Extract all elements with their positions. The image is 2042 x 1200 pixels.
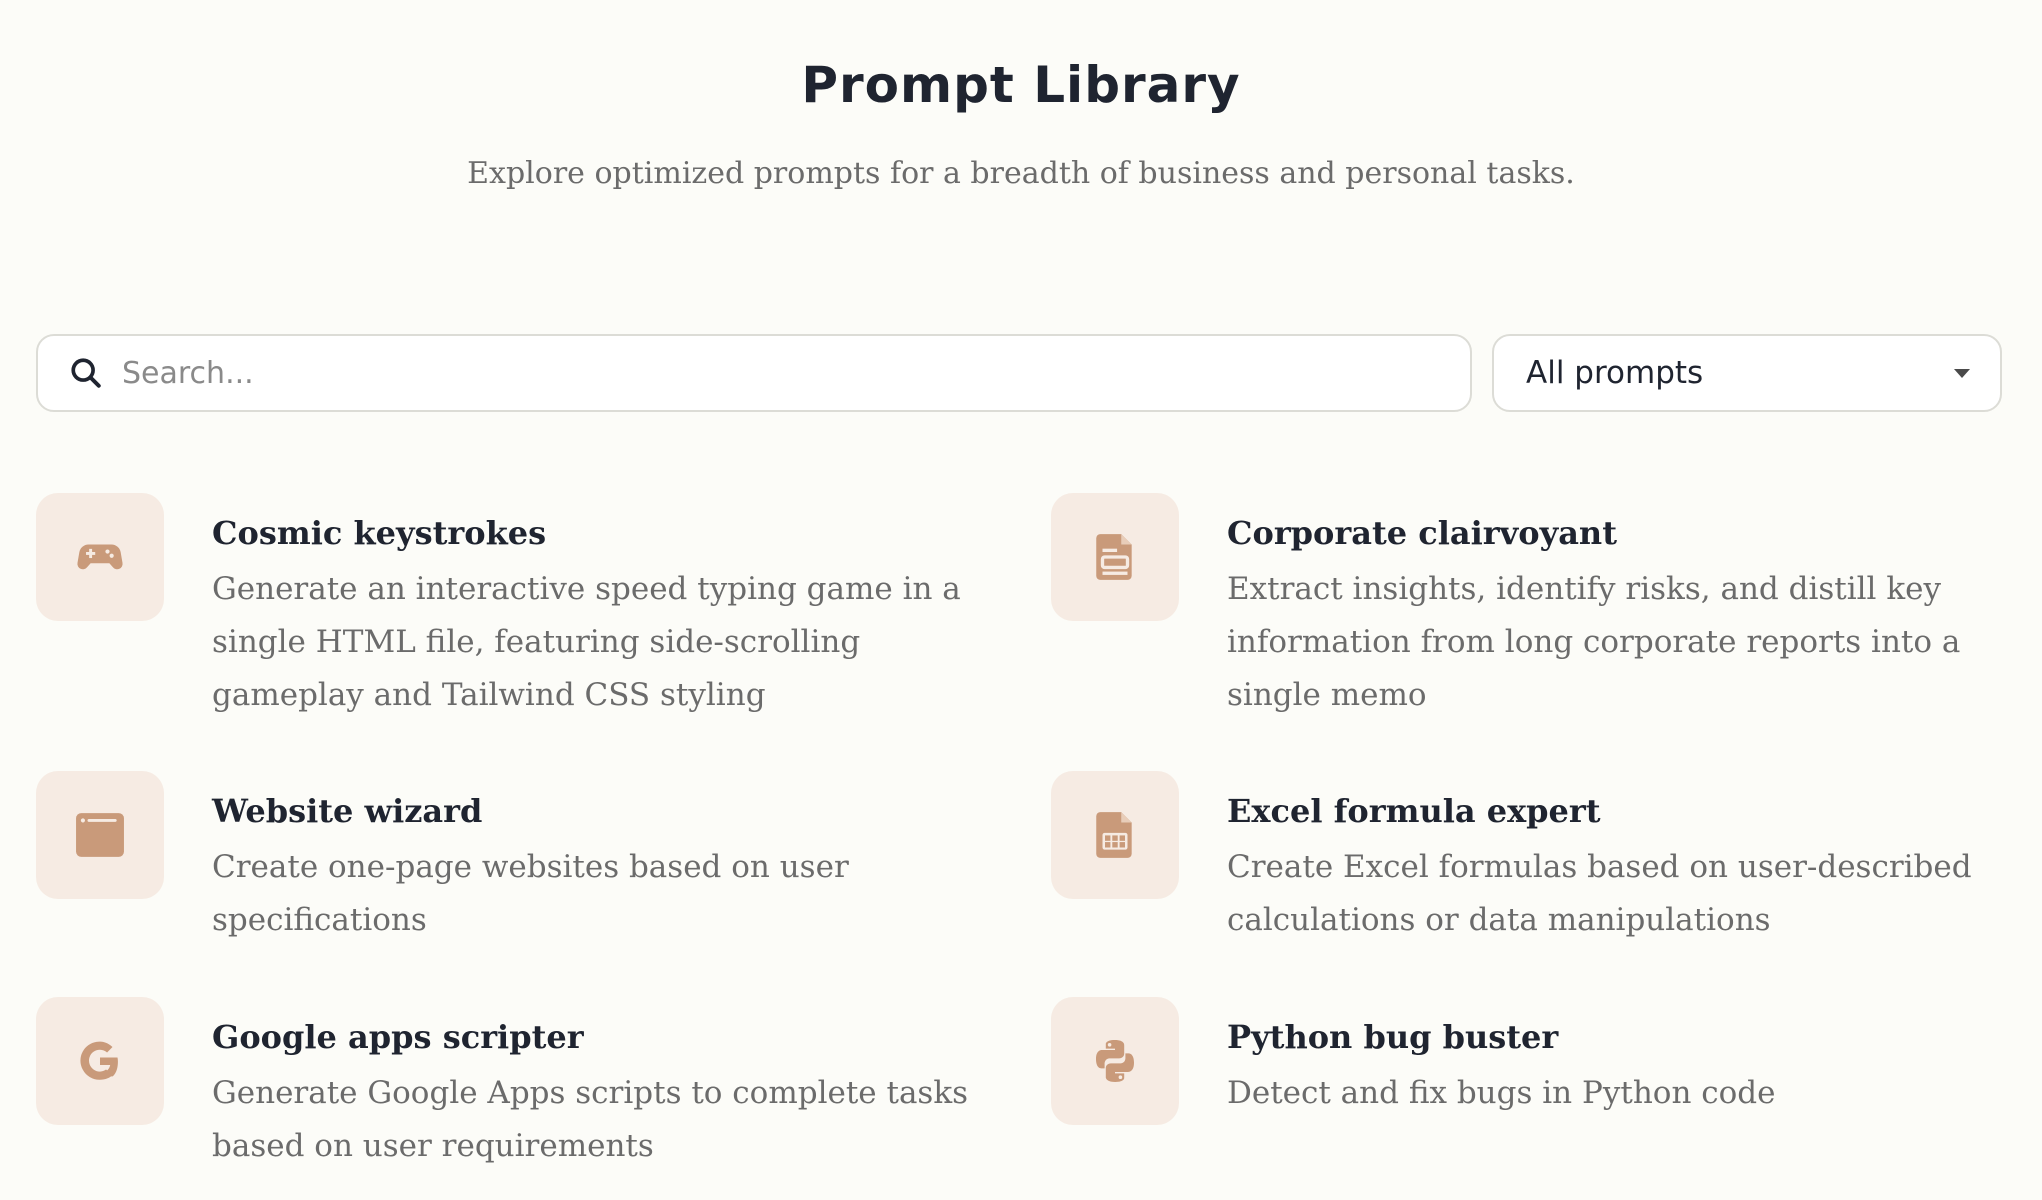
search-icon bbox=[68, 355, 104, 391]
document-icon bbox=[1051, 493, 1179, 621]
prompt-description: Generate Google Apps scripts to complete… bbox=[212, 1075, 969, 1164]
prompt-description: Detect and fix bugs in Python code bbox=[1227, 1075, 1776, 1111]
prompt-card-website-wizard[interactable]: Website wizard Create one-page websites … bbox=[36, 771, 1002, 947]
prompt-filter-select[interactable]: All prompts bbox=[1492, 334, 2002, 412]
prompt-description: Create Excel formulas based on user-desc… bbox=[1227, 849, 1972, 938]
spreadsheet-file-icon bbox=[1051, 771, 1179, 899]
prompt-description: Extract insights, identify risks, and di… bbox=[1227, 571, 1961, 713]
prompt-description: Generate an interactive speed typing gam… bbox=[212, 571, 961, 713]
prompt-title: Corporate clairvoyant bbox=[1227, 514, 1617, 552]
prompt-title: Cosmic keystrokes bbox=[212, 514, 547, 552]
search-input[interactable] bbox=[122, 343, 1470, 403]
search-box[interactable] bbox=[36, 334, 1472, 412]
prompt-title: Google apps scripter bbox=[212, 1018, 584, 1056]
chevron-down-icon bbox=[1954, 368, 1970, 378]
prompt-title: Website wizard bbox=[212, 792, 483, 830]
page-subtitle: Explore optimized prompts for a breadth … bbox=[467, 156, 1575, 191]
prompt-card-google-apps-scripter[interactable]: Google apps scripter Generate Google App… bbox=[36, 997, 1002, 1173]
gamepad-icon bbox=[36, 493, 164, 621]
prompt-card-python-bug-buster[interactable]: Python bug buster Detect and fix bugs in… bbox=[1051, 997, 2017, 1125]
prompt-card-corporate-clairvoyant[interactable]: Corporate clairvoyant Extract insights, … bbox=[1051, 493, 2017, 722]
page-title: Prompt Library bbox=[801, 56, 1241, 114]
prompt-title: Python bug buster bbox=[1227, 1018, 1559, 1056]
browser-window-icon bbox=[36, 771, 164, 899]
prompt-description: Create one-page websites based on user s… bbox=[212, 849, 849, 938]
prompt-card-excel-formula-expert[interactable]: Excel formula expert Create Excel formul… bbox=[1051, 771, 2017, 947]
google-icon bbox=[36, 997, 164, 1125]
python-icon bbox=[1051, 997, 1179, 1125]
filter-selected-value: All prompts bbox=[1526, 355, 1704, 391]
prompt-title: Excel formula expert bbox=[1227, 792, 1601, 830]
prompt-card-cosmic-keystrokes[interactable]: Cosmic keystrokes Generate an interactiv… bbox=[36, 493, 1002, 722]
